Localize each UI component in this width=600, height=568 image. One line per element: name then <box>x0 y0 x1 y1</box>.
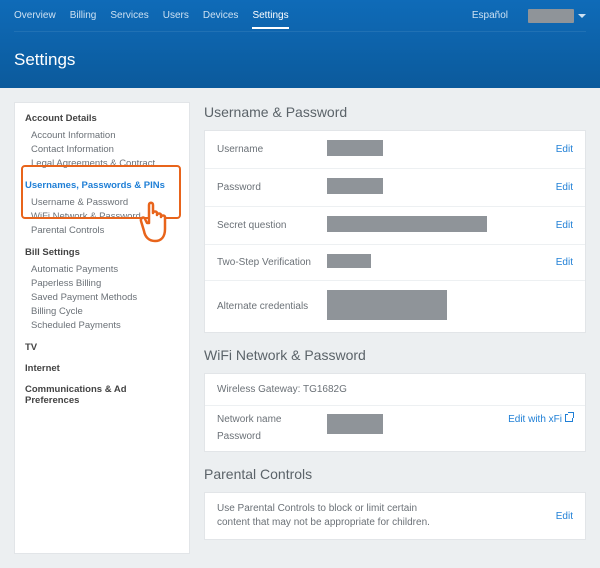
row-value <box>327 254 556 271</box>
parental-controls-edit-link[interactable]: Edit <box>556 511 573 522</box>
sidebar-group: Communications & Ad Preferences <box>25 384 179 406</box>
sidebar-item[interactable]: Billing Cycle <box>25 304 179 318</box>
external-link-icon <box>565 414 573 422</box>
row-label: Password <box>217 182 327 193</box>
row-label: Two-Step Verification <box>217 257 327 268</box>
edit-with-xfi-link[interactable]: Edit with xFi <box>508 414 573 425</box>
sidebar-item[interactable]: Account Information <box>25 128 179 142</box>
gateway-row: Wireless Gateway: TG1682G <box>205 374 585 405</box>
sidebar-item[interactable]: Legal Agreements & Contract <box>25 156 179 170</box>
sidebar-item[interactable]: Saved Payment Methods <box>25 290 179 304</box>
username-password-card: Username Edit Password Edit Secret question E… <box>204 130 586 333</box>
settings-row: Username Edit <box>205 131 585 168</box>
sidebar-item[interactable]: Username & Password <box>25 195 179 209</box>
wifi-value-redacted <box>327 414 383 434</box>
redacted-value <box>327 178 383 194</box>
sidebar-item[interactable]: Paperless Billing <box>25 276 179 290</box>
edit-link[interactable]: Edit <box>556 220 573 231</box>
settings-sidebar: Account Details Account InformationContac… <box>14 102 190 554</box>
sidebar-group: Internet <box>25 363 179 374</box>
parental-controls-description: Use Parental Controls to block or limit … <box>217 502 447 530</box>
nav-users[interactable]: Users <box>163 2 189 29</box>
chevron-down-icon <box>578 14 586 18</box>
row-value <box>327 290 573 323</box>
edit-link[interactable]: Edit <box>556 257 573 268</box>
row-label: Alternate credentials <box>217 301 327 312</box>
nav-settings[interactable]: Settings <box>252 2 288 29</box>
section-title-wifi: WiFi Network & Password <box>204 347 586 363</box>
row-value <box>327 140 556 159</box>
header: Overview Billing Services Users Devices … <box>0 0 600 88</box>
sidebar-group-head[interactable]: TV <box>25 342 179 353</box>
wifi-card: Wireless Gateway: TG1682G Network name P… <box>204 373 586 452</box>
user-name-redacted <box>528 9 574 23</box>
nav-overview[interactable]: Overview <box>14 2 56 29</box>
sidebar-item[interactable]: Scheduled Payments <box>25 318 179 332</box>
sidebar-group-head: Account Details <box>25 113 179 124</box>
row-label: Username <box>217 144 327 155</box>
settings-row: Password Edit <box>205 168 585 206</box>
sidebar-item[interactable]: Parental Controls <box>25 223 179 237</box>
language-toggle[interactable]: Español <box>472 2 508 29</box>
sidebar-item[interactable]: Contact Information <box>25 142 179 156</box>
top-nav: Overview Billing Services Users Devices … <box>14 0 586 32</box>
redacted-value <box>327 254 371 268</box>
gateway-model: TG1682G <box>303 384 347 395</box>
sidebar-group: Account Details Account InformationContac… <box>25 113 179 170</box>
redacted-value <box>327 290 447 320</box>
sidebar-group-head: Usernames, Passwords & PINs <box>25 180 179 191</box>
sidebar-item[interactable]: WiFi Network & Password <box>25 209 179 223</box>
sidebar-item[interactable]: Automatic Payments <box>25 262 179 276</box>
user-menu[interactable] <box>522 9 586 23</box>
row-value <box>327 178 556 197</box>
nav-billing[interactable]: Billing <box>70 2 97 29</box>
settings-row: Alternate credentials <box>205 280 585 332</box>
network-name-label: Network name <box>217 414 327 425</box>
wifi-password-label: Password <box>217 431 327 442</box>
sidebar-group-head[interactable]: Internet <box>25 363 179 374</box>
row-label: Secret question <box>217 220 327 231</box>
section-title-parental-controls: Parental Controls <box>204 466 586 482</box>
sidebar-group: Bill Settings Automatic PaymentsPaperless… <box>25 247 179 332</box>
page-title: Settings <box>14 50 586 70</box>
edit-link[interactable]: Edit <box>556 182 573 193</box>
settings-row: Two-Step Verification Edit <box>205 244 585 280</box>
redacted-value <box>327 140 383 156</box>
row-value <box>327 216 556 235</box>
gateway-label: Wireless Gateway: <box>217 384 300 395</box>
parental-controls-card: Use Parental Controls to block or limit … <box>204 492 586 540</box>
sidebar-group-head: Bill Settings <box>25 247 179 258</box>
nav-services[interactable]: Services <box>110 2 148 29</box>
settings-main: Username & Password UsernameEditPassword… <box>204 102 586 554</box>
redacted-value <box>327 216 487 232</box>
edit-link[interactable]: Edit <box>556 144 573 155</box>
nav-devices[interactable]: Devices <box>203 2 239 29</box>
section-title-username-password: Username & Password <box>204 104 586 120</box>
sidebar-group: Usernames, Passwords & PINs Username & Pa… <box>25 180 179 237</box>
settings-row: Secret question Edit <box>205 206 585 244</box>
sidebar-group: TV <box>25 342 179 353</box>
sidebar-group-head[interactable]: Communications & Ad Preferences <box>25 384 179 406</box>
